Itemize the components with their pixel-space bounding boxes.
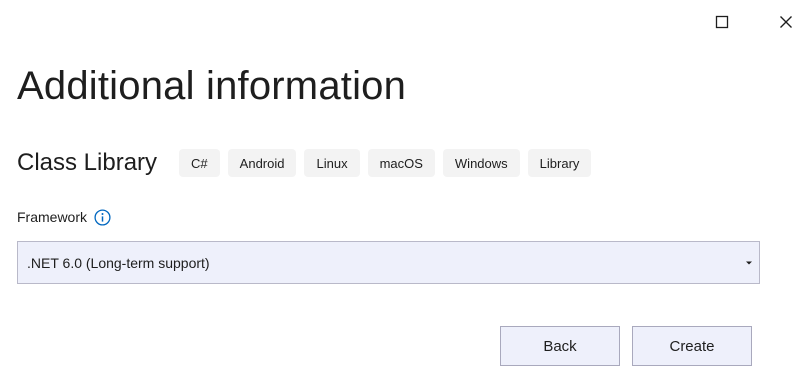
framework-dropdown[interactable]: .NET 6.0 (Long-term support) — [17, 241, 760, 284]
template-info: Class Library C# Android Linux macOS Win… — [17, 145, 599, 181]
tag-library: Library — [527, 149, 592, 177]
tag-android: Android — [227, 149, 297, 177]
chevron-down-icon — [746, 261, 752, 265]
framework-label-row: Framework — [17, 206, 111, 228]
tag-linux: Linux — [304, 149, 360, 177]
info-icon[interactable] — [93, 208, 111, 226]
close-icon — [780, 16, 792, 28]
back-button[interactable]: Back — [500, 326, 620, 366]
template-name: Class Library — [17, 149, 158, 176]
create-button[interactable]: Create — [632, 326, 752, 366]
tag-macos: macOS — [367, 149, 435, 177]
maximize-button[interactable] — [707, 8, 737, 36]
additional-information-dialog: Additional information Class Library C# … — [0, 0, 808, 386]
framework-selected-value: .NET 6.0 (Long-term support) — [27, 254, 210, 271]
tag-windows: Windows — [442, 149, 520, 177]
template-tags: C# Android Linux macOS Windows Library — [179, 149, 599, 177]
close-button[interactable] — [771, 8, 801, 36]
page-title: Additional information — [17, 64, 407, 108]
framework-label: Framework — [17, 209, 88, 225]
maximize-icon — [715, 15, 729, 29]
tag-csharp: C# — [179, 149, 220, 177]
